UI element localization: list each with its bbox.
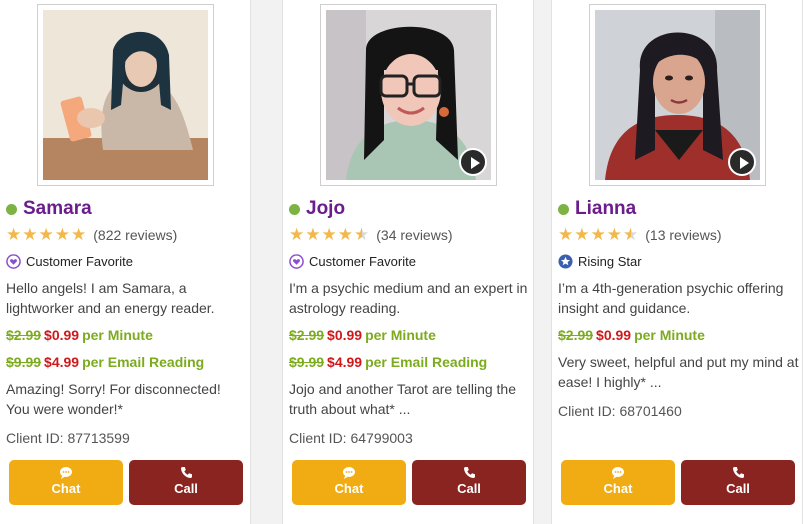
online-status-dot xyxy=(6,203,17,215)
call-label: Call xyxy=(457,481,481,496)
price-unit: per Minute xyxy=(365,327,436,343)
chat-icon xyxy=(343,467,355,479)
client-id: Client ID: 68701460 xyxy=(558,403,682,419)
play-video-icon[interactable] xyxy=(728,148,756,176)
star-icon: ★ xyxy=(337,225,353,244)
new-price: $0.99 xyxy=(327,327,363,343)
price-per-minute: $2.99 $0.99 per Minute xyxy=(6,327,153,343)
chat-label: Chat xyxy=(603,481,633,496)
star-icon: ★ xyxy=(71,225,87,244)
call-button[interactable]: Call xyxy=(129,460,243,505)
old-price: $9.99 xyxy=(289,354,325,370)
chat-button[interactable]: Chat xyxy=(9,460,123,505)
chat-button[interactable]: Chat xyxy=(292,460,406,505)
star-icon: ★ xyxy=(574,225,590,244)
star-rating: ★ ★ ★ ★ ★ (822 reviews) xyxy=(6,226,177,243)
review-count[interactable]: (13 reviews) xyxy=(645,227,721,243)
advisor-card-samara: Samara ★ ★ ★ ★ ★ (822 reviews) Customer … xyxy=(0,0,251,524)
star-icon: ★ xyxy=(289,225,305,244)
old-price: $9.99 xyxy=(6,354,42,370)
advisor-badge: Customer Favorite xyxy=(289,254,416,269)
advisor-bio: I’m a 4th-generation psychic offering in… xyxy=(558,280,784,316)
chat-label: Chat xyxy=(334,481,364,496)
advisor-card-lianna: Lianna ★ ★ ★ ★ ★ (13 reviews) Rising Sta… xyxy=(551,0,803,524)
price-unit: per Minute xyxy=(82,327,153,343)
badge-label: Customer Favorite xyxy=(26,254,133,269)
star-badge-icon xyxy=(558,254,573,269)
advisor-portrait xyxy=(43,10,208,180)
half-star-icon: ★ xyxy=(623,225,639,244)
advisor-photo[interactable] xyxy=(37,4,214,186)
advisor-bio: I'm a psychic medium and an expert in as… xyxy=(289,280,528,316)
new-price: $0.99 xyxy=(596,327,632,343)
old-price: $2.99 xyxy=(289,327,325,343)
chat-icon xyxy=(60,467,72,479)
phone-icon xyxy=(732,467,744,478)
call-label: Call xyxy=(174,481,198,496)
old-price: $2.99 xyxy=(6,327,42,343)
price-unit: per Email Reading xyxy=(365,354,488,370)
advisor-name[interactable]: Lianna xyxy=(575,198,636,220)
star-icon: ★ xyxy=(606,225,622,244)
star-icon: ★ xyxy=(22,225,38,244)
call-button[interactable]: Call xyxy=(412,460,526,505)
review-snippet[interactable]: Very sweet, helpful and put my mind at e… xyxy=(558,352,800,392)
star-icon: ★ xyxy=(54,225,70,244)
advisor-name[interactable]: Jojo xyxy=(306,198,345,220)
price-per-minute: $2.99 $0.99 per Minute xyxy=(558,327,705,343)
advisor-photo[interactable] xyxy=(589,4,766,186)
review-snippet[interactable]: Jojo and another Tarot are telling the t… xyxy=(289,379,531,419)
badge-label: Rising Star xyxy=(578,254,642,269)
review-snippet[interactable]: Amazing! Sorry! For disconnected! You we… xyxy=(6,379,248,419)
star-icon: ★ xyxy=(590,225,606,244)
star-icon: ★ xyxy=(305,225,321,244)
client-id: Client ID: 87713599 xyxy=(6,430,130,446)
half-star-icon: ★ xyxy=(354,225,370,244)
chat-button[interactable]: Chat xyxy=(561,460,675,505)
star-rating: ★ ★ ★ ★ ★ (34 reviews) xyxy=(289,226,453,243)
star-icon: ★ xyxy=(558,225,574,244)
star-rating: ★ ★ ★ ★ ★ (13 reviews) xyxy=(558,226,722,243)
price-per-email: $9.99 $4.99 per Email Reading xyxy=(289,354,487,370)
advisor-card-jojo: Jojo ★ ★ ★ ★ ★ (34 reviews) Customer Fav… xyxy=(282,0,534,524)
client-id: Client ID: 64799003 xyxy=(289,430,413,446)
advisor-bio: Hello angels! I am Samara, a lightworker… xyxy=(6,280,215,316)
online-status-dot xyxy=(558,203,569,215)
price-unit: per Minute xyxy=(634,327,705,343)
chat-icon xyxy=(612,467,624,479)
price-per-minute: $2.99 $0.99 per Minute xyxy=(289,327,436,343)
badge-label: Customer Favorite xyxy=(309,254,416,269)
old-price: $2.99 xyxy=(558,327,594,343)
play-video-icon[interactable] xyxy=(459,148,487,176)
review-count[interactable]: (822 reviews) xyxy=(93,227,177,243)
star-icon: ★ xyxy=(6,225,22,244)
phone-icon xyxy=(180,467,192,478)
phone-icon xyxy=(463,467,475,478)
new-price: $4.99 xyxy=(327,354,363,370)
new-price: $0.99 xyxy=(44,327,80,343)
advisor-badge: Rising Star xyxy=(558,254,642,269)
advisor-name[interactable]: Samara xyxy=(23,198,92,220)
call-button[interactable]: Call xyxy=(681,460,795,505)
star-icon: ★ xyxy=(38,225,54,244)
heart-icon xyxy=(289,254,304,269)
review-count[interactable]: (34 reviews) xyxy=(376,227,452,243)
heart-icon xyxy=(6,254,21,269)
star-icon: ★ xyxy=(321,225,337,244)
price-per-email: $9.99 $4.99 per Email Reading xyxy=(6,354,204,370)
call-label: Call xyxy=(726,481,750,496)
price-unit: per Email Reading xyxy=(82,354,205,370)
new-price: $4.99 xyxy=(44,354,80,370)
chat-label: Chat xyxy=(51,481,81,496)
advisor-photo[interactable] xyxy=(320,4,497,186)
advisor-badge: Customer Favorite xyxy=(6,254,133,269)
online-status-dot xyxy=(289,203,300,215)
